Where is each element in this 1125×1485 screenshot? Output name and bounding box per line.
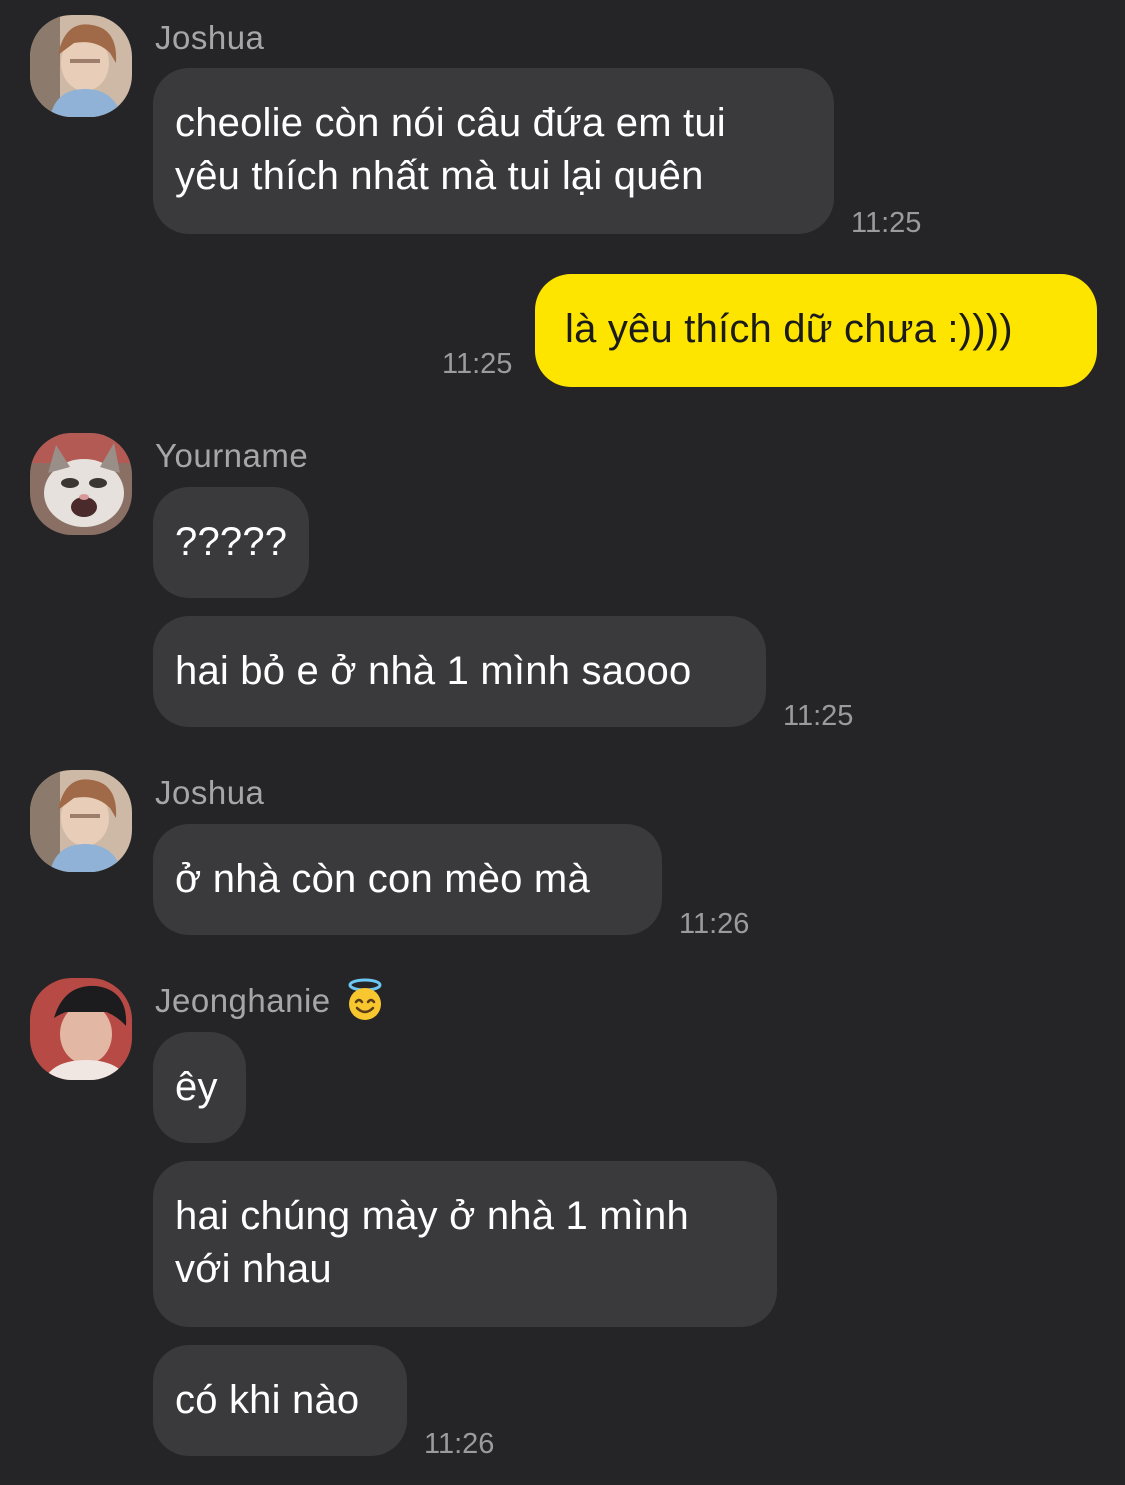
- message-bubble[interactable]: hai bỏ e ở nhà 1 mình saooo: [153, 616, 766, 727]
- avatar-jeonghanie[interactable]: [30, 978, 132, 1080]
- sender-name: Joshua: [155, 19, 265, 56]
- message-bubble[interactable]: ở nhà còn con mèo mà: [153, 824, 662, 935]
- profile-photo-icon: [30, 978, 132, 1080]
- sender-name-text: Jeonghanie: [155, 982, 331, 1019]
- sender-name: Yourname: [155, 437, 309, 474]
- sender-name: Joshua: [155, 774, 265, 811]
- message-timestamp: 11:25: [851, 207, 922, 239]
- message-bubble[interactable]: êy: [153, 1032, 246, 1143]
- message-bubble[interactable]: có khi nào: [153, 1345, 407, 1456]
- sender-name: Jeonghanie: [155, 978, 387, 1022]
- sent-message-bubble[interactable]: là yêu thích dữ chưa :)))): [535, 274, 1097, 387]
- message-timestamp: 11:25: [442, 348, 513, 380]
- message-timestamp: 11:25: [783, 700, 854, 732]
- message-bubble[interactable]: ?????: [153, 487, 309, 598]
- avatar-joshua[interactable]: [30, 15, 132, 117]
- avatar-joshua[interactable]: [30, 770, 132, 872]
- profile-photo-icon: [30, 770, 132, 872]
- smiling-face-with-halo-icon: [348, 978, 382, 1021]
- profile-photo-icon: [30, 15, 132, 117]
- message-bubble[interactable]: hai chúng mày ở nhà 1 mình với nhau: [153, 1161, 777, 1327]
- message-timestamp: 11:26: [679, 908, 750, 940]
- message-timestamp: 11:26: [424, 1428, 495, 1460]
- avatar-yourname[interactable]: [30, 433, 132, 535]
- message-bubble[interactable]: cheolie còn nói câu đứa em tui yêu thích…: [153, 68, 834, 234]
- cat-photo-icon: [30, 433, 132, 535]
